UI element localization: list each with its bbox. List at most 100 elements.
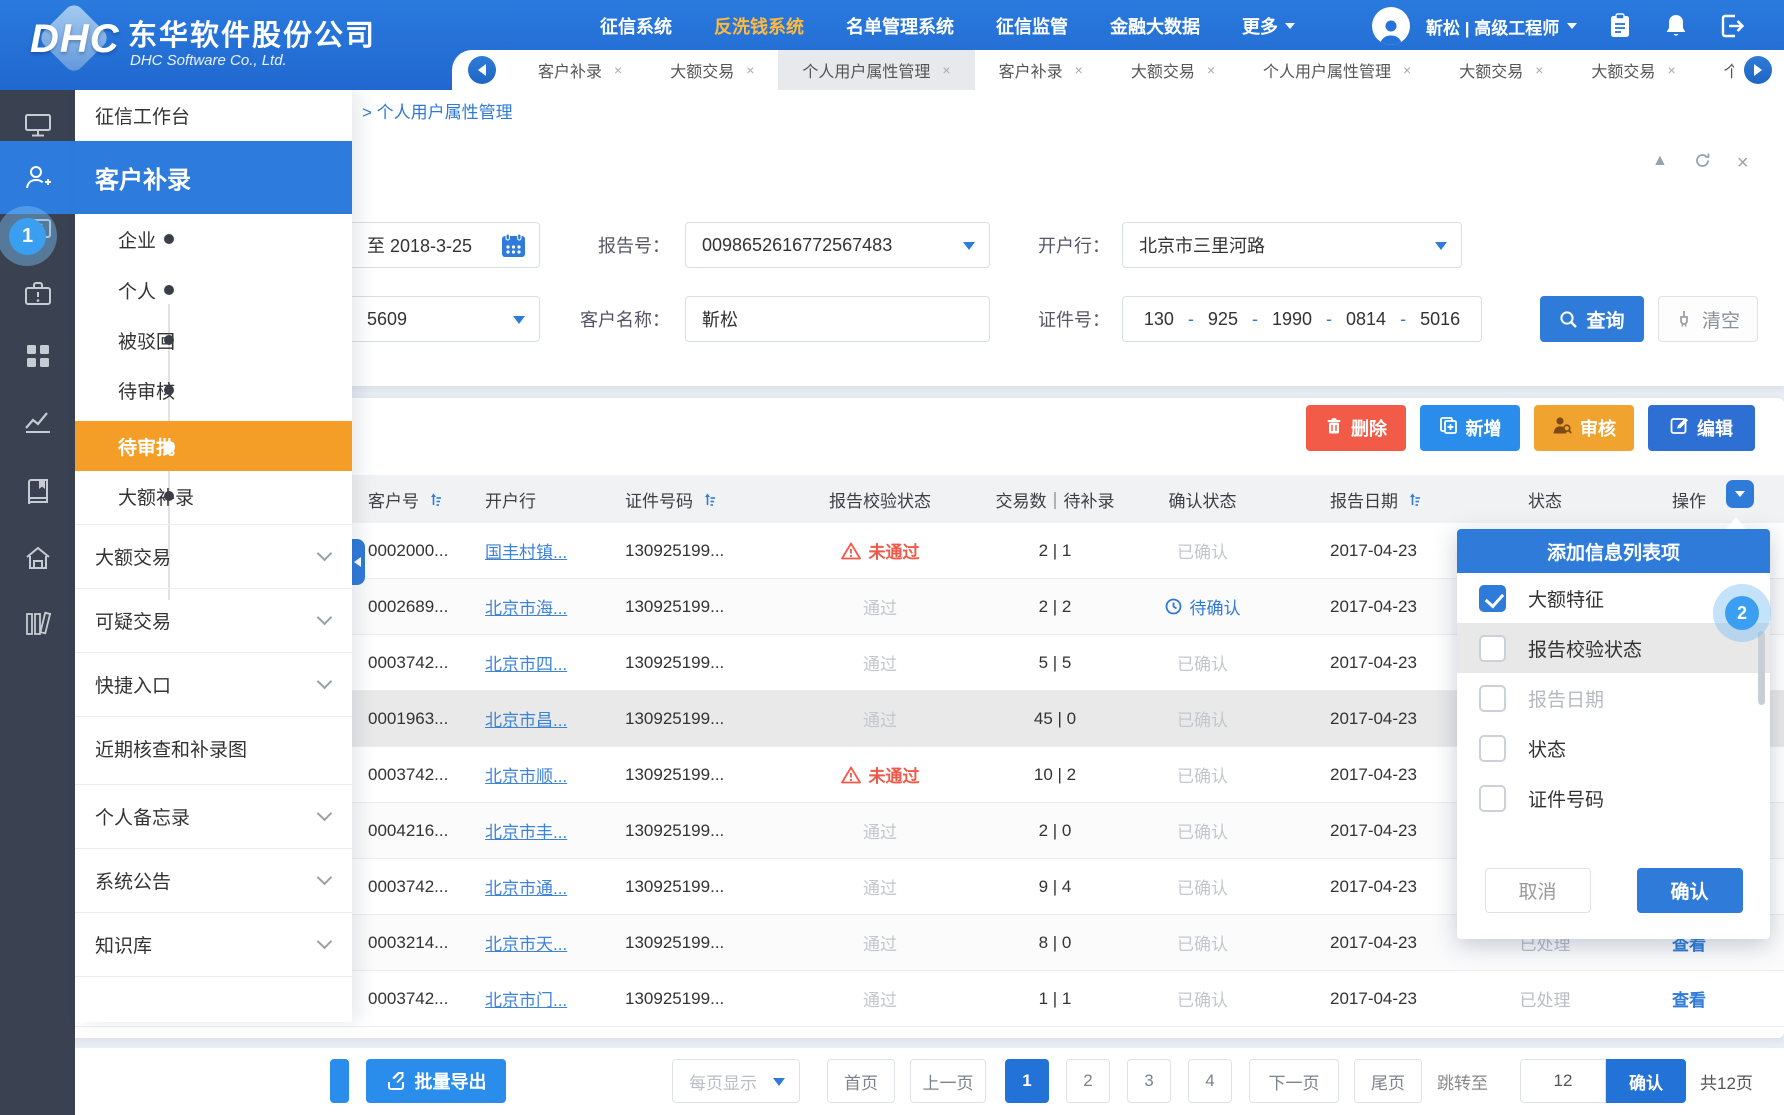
picker-item-2[interactable]: 报告日期 xyxy=(1457,673,1770,723)
cell-bank-link[interactable]: 国丰村镇... xyxy=(485,523,625,578)
close-tab-icon[interactable]: × xyxy=(1667,62,1675,78)
cell-bank-link[interactable]: 北京市顺... xyxy=(485,747,625,802)
last-page-button[interactable]: 尾页 xyxy=(1354,1059,1422,1103)
sidebar-subitem-0[interactable]: 企业 xyxy=(75,214,352,264)
audit-button[interactable]: 审核 xyxy=(1534,405,1634,451)
tab-1[interactable]: 大额交易× xyxy=(646,50,778,90)
bank-select[interactable]: 北京市三里河路 xyxy=(1122,222,1462,268)
sidebar-item-customer-supplement[interactable]: 客户补录 xyxy=(75,141,352,214)
cell-bank-link[interactable]: 北京市海... xyxy=(485,579,625,634)
bell-icon[interactable] xyxy=(1663,13,1689,39)
search-button[interactable]: 查询 xyxy=(1540,296,1644,342)
tab-7[interactable]: 大额交易× xyxy=(1567,50,1699,90)
calendar-icon[interactable] xyxy=(500,232,527,264)
tab-3[interactable]: 客户补录× xyxy=(975,50,1107,90)
close-tab-icon[interactable]: × xyxy=(1207,62,1215,78)
tab-2[interactable]: 个人用户属性管理× xyxy=(778,50,974,90)
nav-item-1[interactable]: 反洗钱系统 xyxy=(714,13,804,39)
checkbox-checked-icon[interactable] xyxy=(1479,585,1506,612)
page-button-2[interactable]: 2 xyxy=(1066,1059,1110,1103)
col-header-2[interactable]: 证件号码 xyxy=(625,475,800,523)
col-header-0[interactable]: 客户号 xyxy=(368,475,485,523)
cell-view-link[interactable]: 查看 xyxy=(1620,971,1784,1026)
sort-icon[interactable] xyxy=(1406,492,1421,507)
sidebar-collapse-handle[interactable] xyxy=(350,539,365,585)
sidebar-subitem-1[interactable]: 个人 xyxy=(75,265,352,315)
checkbox-icon[interactable] xyxy=(1479,685,1506,712)
customer-name-input[interactable]: 靳松 xyxy=(685,296,990,342)
checkbox-icon[interactable] xyxy=(1479,635,1506,662)
rail-grid-icon[interactable] xyxy=(0,330,75,382)
delete-button[interactable]: 删除 xyxy=(1306,405,1406,451)
rail-library-icon[interactable] xyxy=(0,598,75,650)
tab-8[interactable]: 个 xyxy=(1700,50,1734,90)
sidebar-section-4[interactable]: 个人备忘录 xyxy=(75,784,352,848)
prev-page-button[interactable]: 上一页 xyxy=(910,1059,986,1103)
cell-bank-link[interactable]: 北京市丰... xyxy=(485,803,625,858)
breadcrumb[interactable]: > 个人用户属性管理 xyxy=(362,98,513,123)
close-tab-icon[interactable]: × xyxy=(746,62,754,78)
sidebar-subitem-3[interactable]: 待审核 xyxy=(75,365,352,415)
tab-6[interactable]: 大额交易× xyxy=(1435,50,1567,90)
add-button[interactable]: 新增 xyxy=(1420,405,1520,451)
sidebar-section-5[interactable]: 系统公告 xyxy=(75,848,352,912)
tab-4[interactable]: 大额交易× xyxy=(1107,50,1239,90)
jump-page-input[interactable]: 12 xyxy=(1520,1059,1606,1103)
nav-item-0[interactable]: 征信系统 xyxy=(600,13,672,39)
cell-bank-link[interactable]: 北京市昌... xyxy=(485,691,625,746)
page-button-4[interactable]: 4 xyxy=(1188,1059,1232,1103)
id-no-input[interactable]: 130-925-1990-0814-5016 xyxy=(1122,296,1482,342)
picker-item-3[interactable]: 状态 xyxy=(1457,723,1770,773)
picker-item-4[interactable]: 证件号码 xyxy=(1457,773,1770,823)
col-header-6[interactable]: 报告日期 xyxy=(1300,475,1470,523)
cell-bank-link[interactable]: 北京市门... xyxy=(485,971,625,1026)
avatar[interactable] xyxy=(1372,7,1410,45)
hidden-action-button[interactable] xyxy=(330,1059,349,1103)
sidebar-subitem-2[interactable]: 被驳回 xyxy=(75,315,352,365)
sidebar-section-6[interactable]: 知识库 xyxy=(75,912,352,976)
checkbox-icon[interactable] xyxy=(1479,735,1506,762)
close-tab-icon[interactable]: × xyxy=(942,62,950,78)
close-tab-icon[interactable]: × xyxy=(614,62,622,78)
close-tab-icon[interactable]: × xyxy=(1403,62,1411,78)
next-page-button[interactable]: 下一页 xyxy=(1249,1059,1339,1103)
tab-scroll-right[interactable] xyxy=(1744,56,1772,84)
checkbox-icon[interactable] xyxy=(1479,785,1506,812)
column-picker-button[interactable] xyxy=(1726,480,1754,508)
close-tab-icon[interactable]: × xyxy=(1535,62,1543,78)
logout-icon[interactable] xyxy=(1719,13,1745,39)
tab-5[interactable]: 个人用户属性管理× xyxy=(1239,50,1435,90)
clipboard-icon[interactable] xyxy=(1607,13,1633,39)
page-button-3[interactable]: 3 xyxy=(1127,1059,1171,1103)
close-tab-icon[interactable]: × xyxy=(1075,62,1083,78)
jump-confirm-button[interactable]: 确认 xyxy=(1606,1059,1686,1103)
edit-button[interactable]: 编辑 xyxy=(1648,405,1755,451)
batch-export-button[interactable]: 批量导出 xyxy=(366,1059,506,1103)
sidebar-subitem-4[interactable]: 待审批 xyxy=(75,421,352,471)
per-page-select[interactable]: 每页显示 xyxy=(672,1059,800,1103)
picker-scrollbar[interactable] xyxy=(1758,631,1765,705)
report-no-select[interactable]: 0098652616772567483 xyxy=(685,222,990,268)
rail-chart-icon[interactable] xyxy=(0,395,75,447)
nav-item-5[interactable]: 更多 xyxy=(1242,13,1295,39)
picker-confirm-button[interactable]: 确认 xyxy=(1637,868,1743,913)
user-name[interactable]: 靳松 | 高级工程师 xyxy=(1426,14,1577,39)
sort-icon[interactable] xyxy=(427,492,442,507)
nav-item-4[interactable]: 金融大数据 xyxy=(1110,13,1200,39)
rail-book-icon[interactable] xyxy=(0,466,75,518)
clear-button[interactable]: 清空 xyxy=(1658,296,1758,342)
close-panel-icon[interactable]: × xyxy=(1737,152,1749,175)
sidebar-section-0[interactable]: 大额交易 xyxy=(75,524,352,588)
nav-item-2[interactable]: 名单管理系统 xyxy=(846,13,954,39)
tab-scroll-left[interactable] xyxy=(468,56,496,84)
picker-cancel-button[interactable]: 取消 xyxy=(1485,868,1591,913)
sidebar-section-1[interactable]: 可疑交易 xyxy=(75,588,352,652)
rail-briefcase-alert-icon[interactable] xyxy=(0,268,75,320)
sidebar-subitem-5[interactable]: 大额补录 xyxy=(75,471,352,521)
refresh-icon[interactable] xyxy=(1694,152,1711,175)
sort-icon[interactable] xyxy=(701,492,716,507)
collapse-panel-icon[interactable]: ▲ xyxy=(1652,152,1668,175)
cell-bank-link[interactable]: 北京市通... xyxy=(485,859,625,914)
sidebar-item-workbench[interactable]: 征信工作台 xyxy=(75,90,352,141)
nav-item-3[interactable]: 征信监管 xyxy=(996,13,1068,39)
